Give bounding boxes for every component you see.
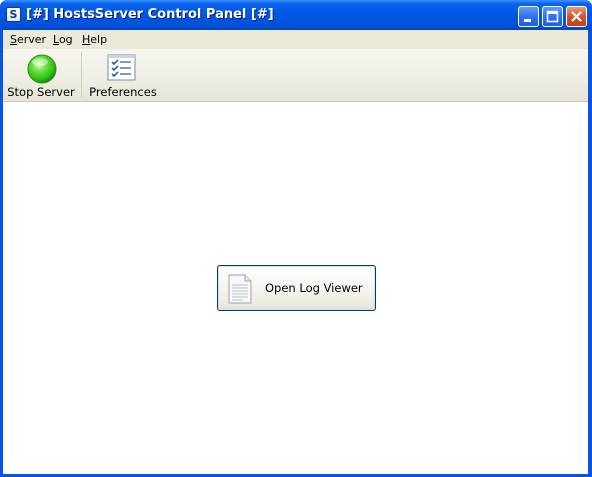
stop-server-label: Stop Server [7,85,75,99]
close-icon [571,11,582,22]
close-button[interactable] [566,6,587,27]
green-status-orb-icon [27,54,57,84]
stop-server-button[interactable]: Stop Server [3,49,79,101]
menu-help[interactable]: Help [82,33,107,46]
maximize-button[interactable] [542,6,563,27]
menu-bar: Server Log Help [3,30,588,49]
toolbar-separator [81,52,82,98]
menu-log-label: og [58,33,73,46]
toolbar: Stop Server Preferences [3,49,588,102]
app-window: S [#] HostsServer Control Panel [#] Serv… [0,0,592,477]
maximize-icon [546,10,559,23]
checklist-icon [107,54,136,81]
client-area: Server Log Help Stop Server Preferences … [3,30,588,474]
menu-log[interactable]: Log [53,33,73,46]
open-log-viewer-button[interactable]: Open Log Viewer [217,265,376,311]
preferences-button[interactable]: Preferences [85,49,161,101]
menu-server-label: erver [16,33,47,46]
minimize-icon [524,19,531,22]
menu-help-label: elp [90,33,108,46]
app-icon[interactable]: S [6,7,21,22]
menu-server[interactable]: Server [10,33,46,46]
document-icon [228,274,252,304]
preferences-label: Preferences [89,85,157,99]
open-log-viewer-label: Open Log Viewer [265,281,363,295]
window-title: [#] HostsServer Control Panel [#] [26,7,274,22]
main-content: Open Log Viewer [3,102,588,474]
menu-server-mnemonic: S [10,33,17,46]
minimize-button[interactable] [518,6,539,27]
title-bar[interactable]: S [#] HostsServer Control Panel [#] [0,0,592,30]
